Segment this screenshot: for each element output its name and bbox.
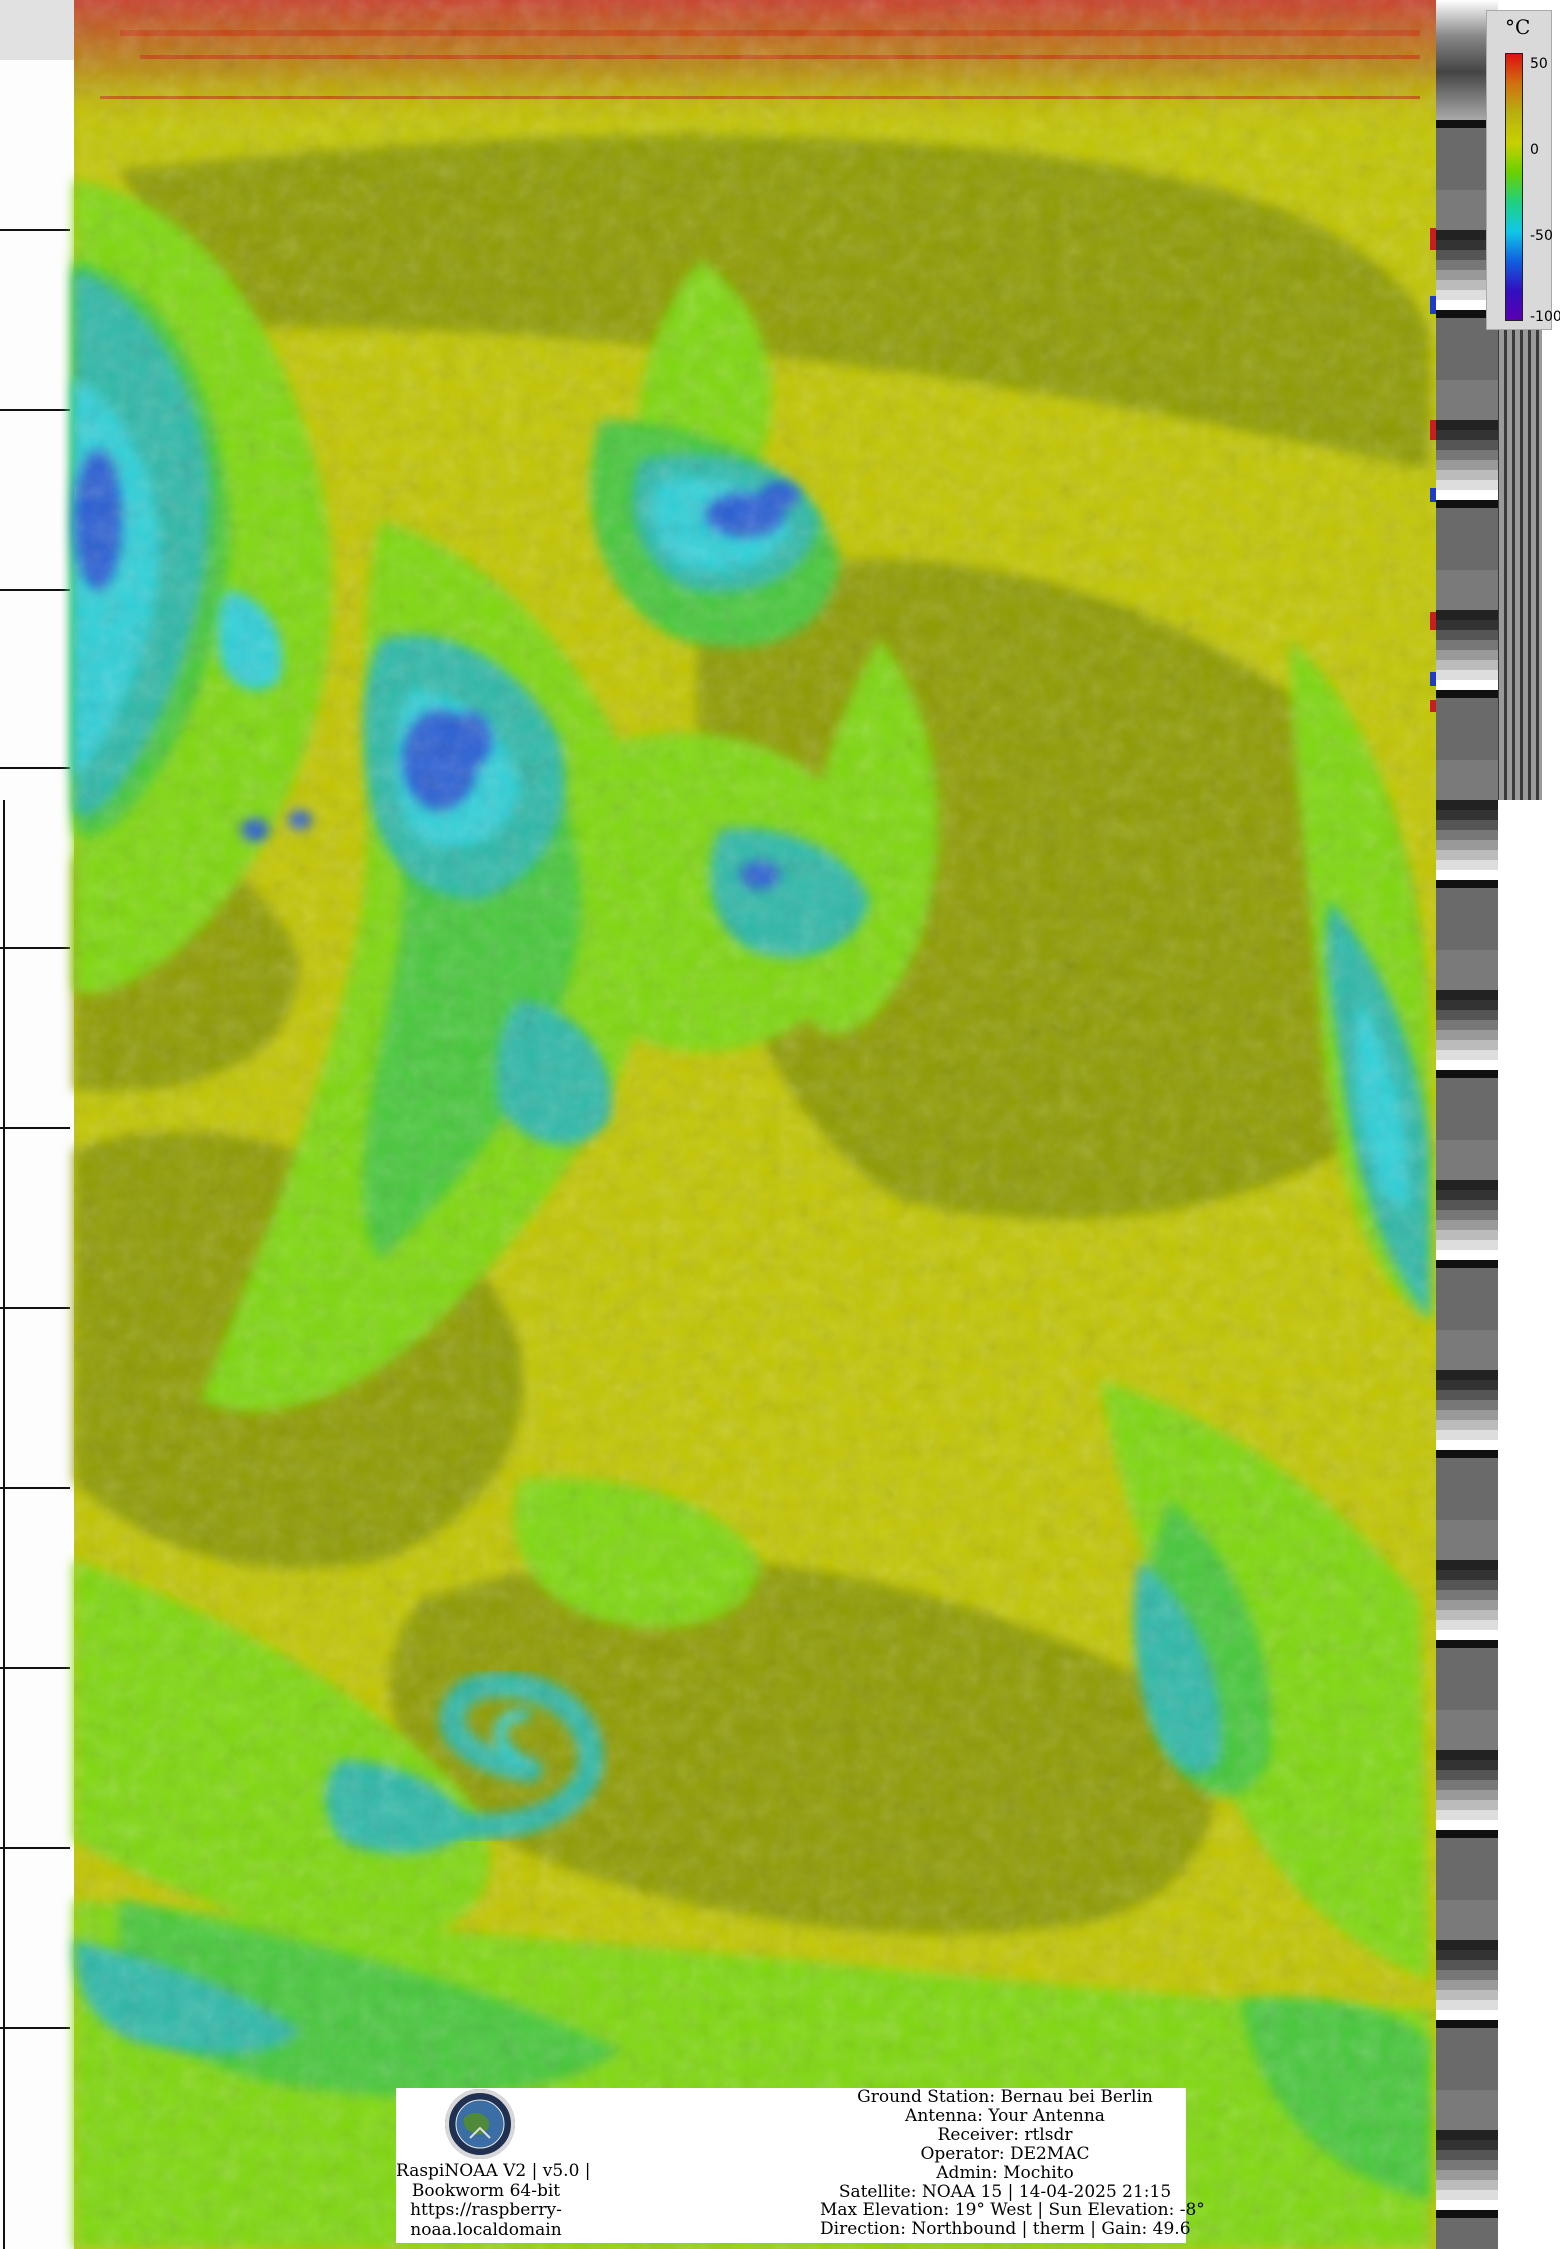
legend-color-bar	[1505, 53, 1523, 321]
receiver-line: Receiver: rtlsdr	[937, 2124, 1073, 2145]
elevation-line: Max Elevation: 19° West | Sun Elevation:…	[820, 2200, 1205, 2221]
temperature-legend: °C 50 0 -50 -100	[1486, 10, 1560, 330]
legend-tick-minus-100: -100	[1530, 309, 1560, 325]
legend-tick-50: 50	[1530, 56, 1548, 72]
thermal-infrared-imagery	[0, 0, 1560, 2249]
direction-line: Direction: Northbound | therm | Gain: 49…	[820, 2219, 1191, 2240]
info-box: RaspiNOAA V2 | v5.0 | Bookworm 64-bit ht…	[396, 2088, 1205, 2243]
legend-tick-0: 0	[1530, 142, 1539, 158]
credits-line-version: RaspiNOAA V2 | v5.0 |	[396, 2161, 591, 2181]
admin-line: Admin: Mochito	[936, 2162, 1074, 2183]
credits-line-url-1: https://raspberry-	[410, 2200, 562, 2220]
credits-line-os: Bookworm 64-bit	[411, 2180, 561, 2201]
ground-station-line: Ground Station: Bernau bei Berlin	[857, 2087, 1153, 2107]
software-credits: RaspiNOAA V2 | v5.0 | Bookworm 64-bit ht…	[396, 2161, 591, 2240]
operator-line: Operator: DE2MAC	[920, 2143, 1090, 2164]
antenna-line: Antenna: Your Antenna	[905, 2105, 1105, 2126]
satellite-line: Satellite: NOAA 15 | 14-04-2025 21:15	[838, 2181, 1172, 2202]
legend-tick-minus-50: -50	[1530, 228, 1553, 244]
station-info: Ground Station: Bernau bei Berlin Antenn…	[820, 2087, 1205, 2240]
legend-unit: °C	[1505, 15, 1531, 39]
satellite-image: °C 50 0 -50 -100 RaspiNOAA V2 | v5.0 | B…	[0, 0, 1560, 2249]
raspinoaa-logo-icon	[444, 2088, 516, 2160]
credits-line-url-2: noaa.localdomain	[410, 2219, 562, 2240]
